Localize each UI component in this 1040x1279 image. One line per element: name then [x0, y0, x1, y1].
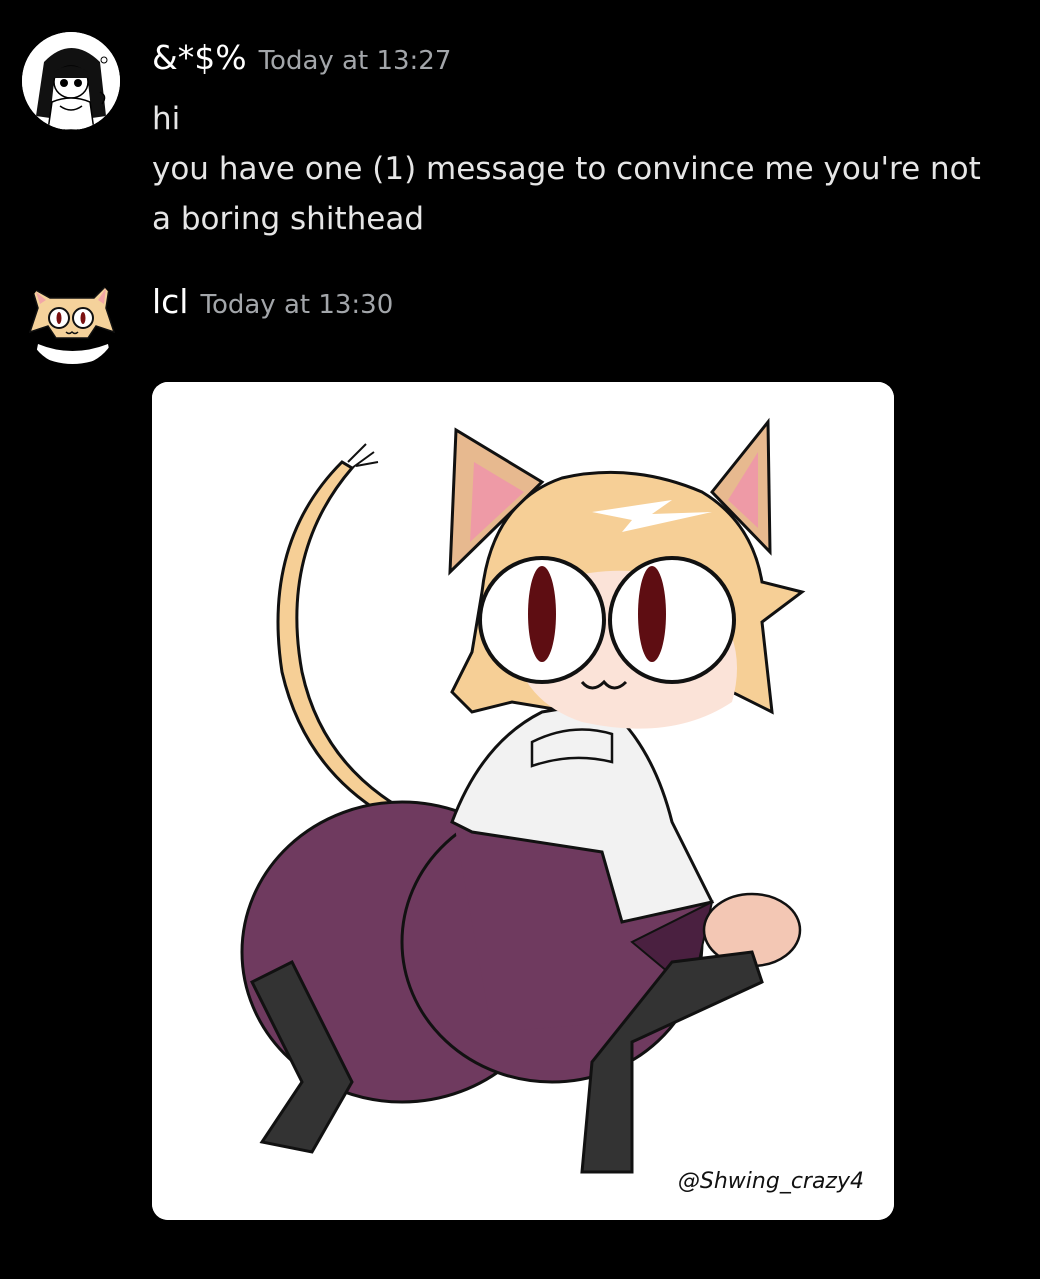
user-avatar-2[interactable]	[26, 274, 118, 366]
anime-girl-avatar-icon	[22, 32, 120, 130]
image-watermark: @Shwing_crazy4	[677, 1169, 864, 1194]
user-avatar-1[interactable]	[22, 32, 120, 130]
username[interactable]: &*$%	[152, 38, 247, 77]
username[interactable]: lcl	[152, 282, 188, 321]
cat-girl-drawing-image	[152, 382, 894, 1220]
timestamp: Today at 13:27	[258, 46, 452, 76]
image-attachment[interactable]: @Shwing_crazy4	[152, 382, 894, 1220]
cat-girl-avatar-icon	[28, 279, 116, 364]
timestamp: Today at 13:30	[200, 290, 394, 320]
message-content-1: hi you have one (1) message to convince …	[152, 94, 992, 244]
message-header-2: lcl Today at 13:30	[152, 282, 393, 321]
message-header-1: &*$% Today at 13:27	[152, 38, 451, 77]
message-line: you have one (1) message to convince me …	[152, 151, 981, 237]
message-line: hi	[152, 101, 181, 137]
